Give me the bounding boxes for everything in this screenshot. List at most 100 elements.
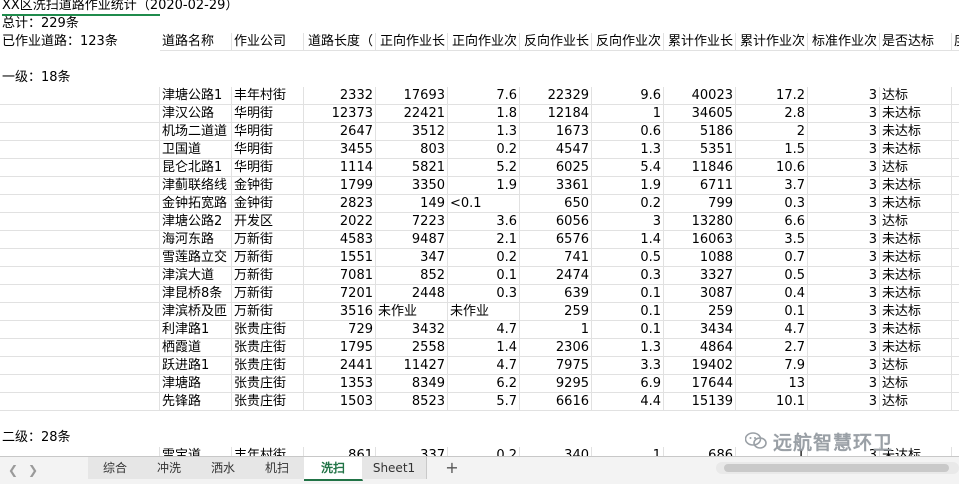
table-cell[interactable]: 2022 — [304, 213, 376, 231]
blank-cell[interactable] — [0, 393, 160, 411]
table-cell[interactable]: 3361 — [520, 177, 592, 195]
table-cell[interactable]: 17693 — [376, 87, 448, 105]
column-header[interactable]: 正向作业次 — [448, 33, 520, 51]
table-cell[interactable]: 8523 — [376, 393, 448, 411]
table-cell[interactable]: 6576 — [520, 231, 592, 249]
table-cell[interactable]: 6616 — [520, 393, 592, 411]
table-cell[interactable]: 4.7 — [736, 321, 808, 339]
table-cell[interactable]: 1795 — [304, 339, 376, 357]
table-cell[interactable]: 0.7 — [736, 249, 808, 267]
table-cell[interactable]: 2 — [736, 123, 808, 141]
table-cell[interactable]: 1.9 — [592, 177, 664, 195]
table-cell[interactable]: 7081 — [304, 267, 376, 285]
table-cell[interactable]: 1503 — [304, 393, 376, 411]
table-cell[interactable]: 4864 — [664, 339, 736, 357]
blank-cell[interactable] — [0, 177, 160, 195]
table-cell[interactable]: 8349 — [376, 375, 448, 393]
table-cell[interactable]: 2474 — [520, 267, 592, 285]
table-cell[interactable]: 0.1 — [592, 303, 664, 321]
blank-cell[interactable] — [952, 285, 959, 303]
column-header[interactable]: 正向作业长 — [376, 33, 448, 51]
table-cell[interactable]: 3 — [808, 357, 880, 375]
table-cell[interactable]: 3 — [808, 303, 880, 321]
table-cell[interactable]: 1 — [592, 447, 664, 456]
sheet-tab[interactable]: 综合 — [88, 457, 143, 479]
table-cell[interactable]: 0.2 — [448, 249, 520, 267]
table-cell[interactable]: 卫国道 — [160, 141, 232, 159]
blank-cell[interactable] — [0, 375, 160, 393]
table-cell[interactable]: 729 — [304, 321, 376, 339]
add-sheet-button[interactable]: + — [444, 457, 460, 479]
table-cell[interactable]: 340 — [520, 447, 592, 456]
table-cell[interactable]: 799 — [664, 195, 736, 213]
sheet-title[interactable]: XX区洗扫道路作业统计（2020-02-29） — [0, 0, 260, 15]
sheet-tab[interactable]: 冲洗 — [142, 457, 197, 479]
blank-cell[interactable] — [0, 105, 160, 123]
table-cell[interactable]: 2332 — [304, 87, 376, 105]
table-cell[interactable]: 19402 — [664, 357, 736, 375]
table-cell[interactable]: 13 — [736, 375, 808, 393]
table-cell[interactable]: 3 — [808, 213, 880, 231]
table-cell[interactable]: 津汉公路 — [160, 105, 232, 123]
total-row[interactable]: 总计：229条 — [0, 15, 959, 33]
table-cell[interactable]: 万新街 — [232, 249, 304, 267]
table-cell[interactable]: 未达标 — [880, 321, 952, 339]
table-row[interactable]: 海河东路 万新街 4583 9487 2.1 6576 1.4 16063 3.5 3 未达标 — [0, 231, 959, 249]
sheet-tab[interactable]: 机扫 — [250, 457, 305, 479]
table-cell[interactable]: 0.3 — [448, 285, 520, 303]
blank-cell[interactable] — [0, 321, 160, 339]
table-cell[interactable]: 1799 — [304, 177, 376, 195]
title-row[interactable]: XX区洗扫道路作业统计（2020-02-29） — [0, 0, 959, 15]
table-row[interactable]: 昆仑北路1 华明街 1114 5821 5.2 6025 5.4 11846 10.6 3 达标 — [0, 159, 959, 177]
table-cell[interactable]: 金钟街 — [232, 177, 304, 195]
table-cell[interactable]: 0.2 — [448, 141, 520, 159]
table-cell[interactable]: 4.7 — [448, 357, 520, 375]
table-cell[interactable]: 张贵庄街 — [232, 339, 304, 357]
table-cell[interactable]: 华明街 — [232, 159, 304, 177]
table-cell[interactable]: 639 — [520, 285, 592, 303]
table-cell[interactable]: 3 — [808, 141, 880, 159]
table-cell[interactable]: 3350 — [376, 177, 448, 195]
blank-cell[interactable] — [952, 375, 959, 393]
blank-cell[interactable] — [952, 357, 959, 375]
table-cell[interactable]: 先锋路 — [160, 393, 232, 411]
table-cell[interactable]: 1.3 — [592, 141, 664, 159]
table-cell[interactable]: 337 — [376, 447, 448, 456]
table-cell[interactable]: 40023 — [664, 87, 736, 105]
table-cell[interactable]: 7.6 — [448, 87, 520, 105]
chevron-right-icon[interactable]: ❯ — [26, 463, 40, 477]
table-cell[interactable]: 259 — [520, 303, 592, 321]
table-row[interactable]: 津塘公路1 丰年村街 2332 17693 7.6 22329 9.6 40023 17.2 3 达… — [0, 87, 959, 105]
table-cell[interactable]: 1 — [520, 321, 592, 339]
table-cell[interactable]: 3.7 — [736, 177, 808, 195]
table-cell[interactable]: 1673 — [520, 123, 592, 141]
table-cell[interactable]: 2.8 — [736, 105, 808, 123]
table-cell[interactable]: 9487 — [376, 231, 448, 249]
table-cell[interactable]: 达标 — [880, 393, 952, 411]
table-row[interactable]: 利津路1 张贵庄街 729 3432 4.7 1 0.1 3434 4.7 3 未达标 — [0, 321, 959, 339]
table-cell[interactable]: 津塘公路1 — [160, 87, 232, 105]
table-cell[interactable]: 未作业 — [376, 303, 448, 321]
table-cell[interactable]: 650 — [520, 195, 592, 213]
table-cell[interactable]: 861 — [304, 447, 376, 456]
table-cell[interactable]: 1.9 — [448, 177, 520, 195]
table-cell[interactable]: 未达标 — [880, 123, 952, 141]
table-cell[interactable]: 17.2 — [736, 87, 808, 105]
table-cell[interactable]: 259 — [664, 303, 736, 321]
table-cell[interactable]: 昆仑北路1 — [160, 159, 232, 177]
column-header[interactable]: 标准作业次 — [808, 33, 880, 51]
table-row[interactable]: 津塘公路2 开发区 2022 7223 3.6 6056 3 13280 6.6 3 达标 — [0, 213, 959, 231]
worked-count[interactable]: 已作业道路：123条 — [0, 33, 160, 51]
table-cell[interactable]: 机场二道道 — [160, 123, 232, 141]
column-header[interactable]: 反向作业次 — [592, 33, 664, 51]
table-cell[interactable]: 803 — [376, 141, 448, 159]
table-cell[interactable]: 3 — [808, 249, 880, 267]
table-cell[interactable]: 未达标 — [880, 339, 952, 357]
table-cell[interactable]: 张贵庄街 — [232, 321, 304, 339]
table-cell[interactable]: 3 — [808, 375, 880, 393]
blank-cell[interactable] — [0, 357, 160, 375]
blank-cell[interactable] — [952, 231, 959, 249]
blank-cell[interactable] — [952, 267, 959, 285]
table-cell[interactable]: 3 — [808, 159, 880, 177]
table-cell[interactable]: 未达标 — [880, 195, 952, 213]
